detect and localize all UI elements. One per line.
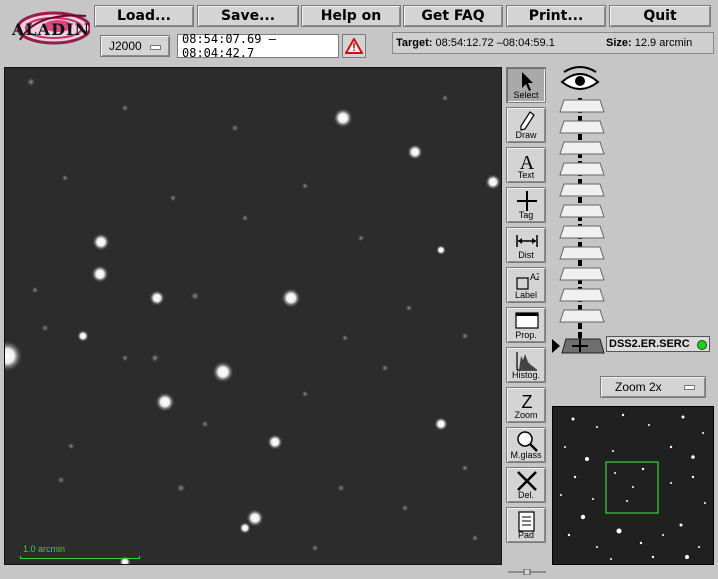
save-button[interactable]: Save... bbox=[197, 5, 299, 27]
pencil-icon bbox=[520, 111, 535, 131]
arrow-cursor-icon bbox=[522, 72, 533, 91]
plane-name-label[interactable]: DSS2.ER.SERC bbox=[606, 336, 710, 352]
zoom-select[interactable]: Zoom 2x bbox=[600, 376, 706, 398]
tool-properties[interactable]: Prop. bbox=[506, 307, 546, 343]
help-button[interactable]: Help on bbox=[301, 5, 401, 27]
text-a-icon: A bbox=[520, 152, 535, 172]
overview-image bbox=[553, 407, 713, 564]
tool-delete[interactable]: Del. bbox=[506, 467, 546, 503]
warning-button[interactable] bbox=[342, 34, 366, 58]
eye-icon bbox=[560, 66, 600, 90]
size-info: Size: 12.9 arcmin bbox=[606, 37, 692, 49]
tool-histogram-label: Histog. bbox=[511, 370, 540, 380]
crosshair-icon bbox=[517, 191, 537, 211]
load-button[interactable]: Load... bbox=[94, 5, 194, 27]
notepad-icon bbox=[518, 511, 535, 532]
tool-tag[interactable]: Tag bbox=[506, 187, 546, 223]
tool-select-label: Select bbox=[513, 90, 539, 100]
tool-magnifier[interactable]: M.glass bbox=[506, 427, 546, 463]
size-value: 12.9 arcmin bbox=[634, 37, 693, 49]
print-button[interactable]: Print... bbox=[506, 5, 606, 27]
tool-dist-label: Dist bbox=[518, 250, 534, 260]
tool-draw-label: Draw bbox=[515, 130, 537, 140]
scale-label: 1.0 arcmin bbox=[23, 544, 66, 554]
tool-zoom[interactable]: Z Zoom bbox=[506, 387, 546, 423]
quit-button[interactable]: Quit bbox=[609, 5, 711, 27]
tool-delete-label: Del. bbox=[517, 490, 534, 500]
tool-pad[interactable]: Pad bbox=[506, 507, 546, 543]
svg-text:Z: Z bbox=[522, 392, 533, 412]
sky-image-view[interactable] bbox=[4, 67, 502, 565]
svg-text:A: A bbox=[520, 152, 535, 172]
frame-select[interactable]: J2000 bbox=[100, 35, 170, 57]
magnifier-icon bbox=[517, 431, 538, 452]
tool-pad-label: Pad bbox=[517, 530, 534, 540]
tool-text-label: Text bbox=[517, 170, 535, 180]
label-icon: AZ bbox=[516, 272, 539, 290]
warning-icon bbox=[345, 38, 363, 54]
zoom-select-value: Zoom 2x bbox=[615, 380, 662, 394]
tool-dist[interactable]: Dist bbox=[506, 227, 546, 263]
tool-properties-label: Prop. bbox=[515, 330, 537, 340]
delete-x-icon bbox=[517, 471, 537, 491]
target-label: Target: bbox=[396, 37, 433, 49]
tool-label-label: Label bbox=[514, 290, 538, 300]
dropdown-indicator-icon bbox=[150, 45, 161, 50]
sky-image bbox=[5, 68, 501, 564]
svg-text:AZ: AZ bbox=[530, 272, 539, 282]
plane-status-icon bbox=[697, 340, 707, 350]
plane-stack[interactable] bbox=[552, 60, 712, 360]
scale-bar bbox=[20, 556, 140, 559]
tool-tag-label: Tag bbox=[518, 210, 534, 220]
tool-text[interactable]: A Text bbox=[506, 147, 546, 183]
zoom-z-icon: Z bbox=[522, 392, 533, 412]
tool-magnifier-label: M.glass bbox=[510, 450, 542, 460]
tool-zoom-label: Zoom bbox=[514, 410, 538, 420]
logo-text: ALADIN bbox=[12, 20, 91, 39]
histogram-icon bbox=[516, 352, 537, 371]
frame-select-value: J2000 bbox=[109, 39, 142, 53]
target-value: 08:54:12.72 –08:04:59.1 bbox=[435, 37, 555, 49]
properties-icon bbox=[515, 312, 539, 329]
tool-histogram[interactable]: Histog. bbox=[506, 347, 546, 383]
faq-button[interactable]: Get FAQ bbox=[403, 5, 503, 27]
tool-draw[interactable]: Draw bbox=[506, 107, 546, 143]
plane-stack-graphic bbox=[552, 66, 605, 354]
tool-select[interactable]: Select bbox=[506, 67, 546, 103]
tool-label[interactable]: AZ Label bbox=[506, 267, 546, 303]
tool-slider[interactable] bbox=[508, 560, 546, 576]
aladin-logo: ALADIN bbox=[6, 6, 92, 50]
dropdown-indicator-icon bbox=[684, 385, 695, 390]
plane-name: DSS2.ER.SERC bbox=[609, 338, 690, 350]
distance-icon bbox=[516, 235, 538, 247]
overview-panel[interactable] bbox=[552, 406, 714, 565]
target-info: Target: 08:54:12.72 –08:04:59.1 bbox=[396, 37, 555, 49]
size-label: Size: bbox=[606, 37, 632, 49]
coordinates-input[interactable]: 08:54:07.69 –08:04:42.7 bbox=[177, 32, 339, 60]
